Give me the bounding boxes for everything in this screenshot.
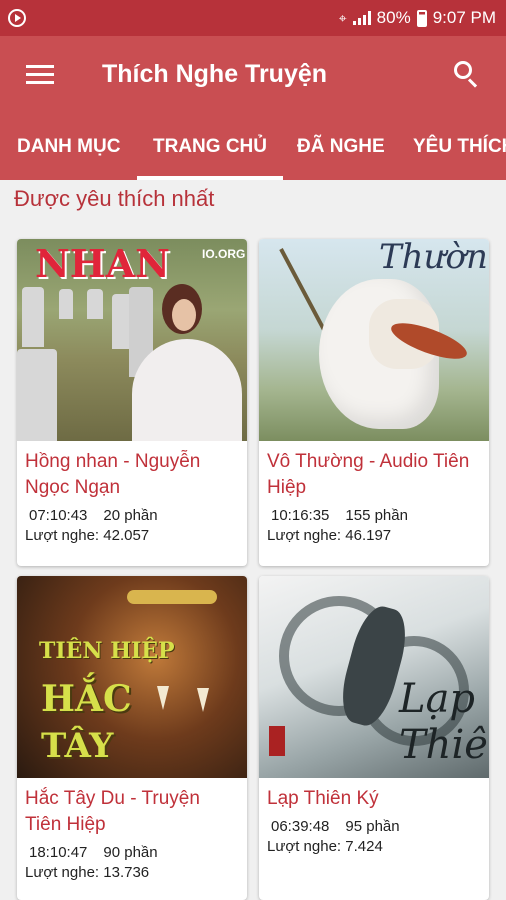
wifi-icon: ⌖ — [338, 9, 347, 26]
tab-yeu-thich[interactable]: YÊU THÍCH — [413, 114, 506, 180]
battery-percent: 80% — [376, 8, 411, 27]
cover-text-line: TÂY — [41, 726, 114, 766]
story-views: Lượt nghe: 7.424 — [267, 838, 383, 855]
story-title: Hồng nhan - Nguyễn Ngọc Ngạn — [25, 451, 201, 498]
story-duration: 06:39:48 — [271, 818, 330, 835]
tab-bar: DANH MỤC TRANG CHỦ ĐÃ NGHE YÊU THÍCH — [0, 114, 506, 180]
story-cover: NHAN IO.ORG — [17, 239, 247, 441]
battery-icon — [416, 9, 427, 27]
section-title: Được yêu thích nhất — [14, 186, 215, 211]
story-cover: Thường — [259, 239, 489, 441]
story-views: Lượt nghe: 42.057 — [25, 527, 150, 544]
cover-text-line: HẮC — [41, 678, 132, 720]
signal-icon — [352, 11, 371, 25]
story-duration: 18:10:47 — [29, 844, 88, 861]
story-cover: Lạp Thiên — [259, 576, 489, 778]
story-parts: 155 phần — [345, 507, 408, 524]
app-title: Thích Nghe Truyện — [102, 60, 328, 88]
cover-title-text: NHAN — [35, 241, 170, 286]
story-card[interactable]: Lạp Thiên Lạp Thiên Ký 06:39:48 95 phần L… — [259, 576, 489, 900]
menu-icon[interactable] — [26, 65, 54, 85]
cover-watermark: IO.ORG — [202, 247, 246, 261]
story-card[interactable]: NHAN IO.ORG Hồng nhan - Nguyễn Ngọc Ngạn… — [17, 239, 247, 566]
cover-title-text: Lạp Thiên — [399, 676, 489, 768]
story-parts: 90 phần — [103, 844, 158, 861]
story-views: Lượt nghe: 46.197 — [267, 527, 392, 544]
cover-title-text: Thường — [379, 239, 489, 277]
search-icon[interactable] — [454, 61, 480, 88]
app-bar: Thích Nghe Truyện — [0, 36, 506, 114]
story-parts: 20 phần — [103, 507, 158, 524]
play-notification-icon — [8, 9, 26, 27]
story-card[interactable]: Thường Vô Thường - Audio Tiên Hiệp 10:16… — [259, 239, 489, 566]
tab-trang-chu[interactable]: TRANG CHỦ — [137, 114, 283, 180]
story-title: Hắc Tây Du - Truyện Tiên Hiệp — [25, 788, 200, 835]
story-card[interactable]: TIÊN HIỆP HẮC TÂY Hắc Tây Du - Truyện Ti… — [17, 576, 247, 900]
story-title: Vô Thường - Audio Tiên Hiệp — [267, 451, 470, 498]
tab-da-nghe[interactable]: ĐÃ NGHE — [297, 114, 385, 180]
story-duration: 07:10:43 — [29, 507, 88, 524]
story-duration: 10:16:35 — [271, 507, 330, 524]
story-title: Lạp Thiên Ký — [267, 788, 379, 809]
status-bar: ⌖ 80% 9:07 PM — [0, 0, 506, 36]
cover-text-line: TIÊN HIỆP — [39, 638, 175, 664]
story-cover: TIÊN HIỆP HẮC TÂY — [17, 576, 247, 778]
story-parts: 95 phần — [345, 818, 400, 835]
story-views: Lượt nghe: 13.736 — [25, 864, 150, 881]
tab-danh-muc[interactable]: DANH MỤC — [17, 114, 120, 180]
clock: 9:07 PM — [432, 8, 496, 27]
